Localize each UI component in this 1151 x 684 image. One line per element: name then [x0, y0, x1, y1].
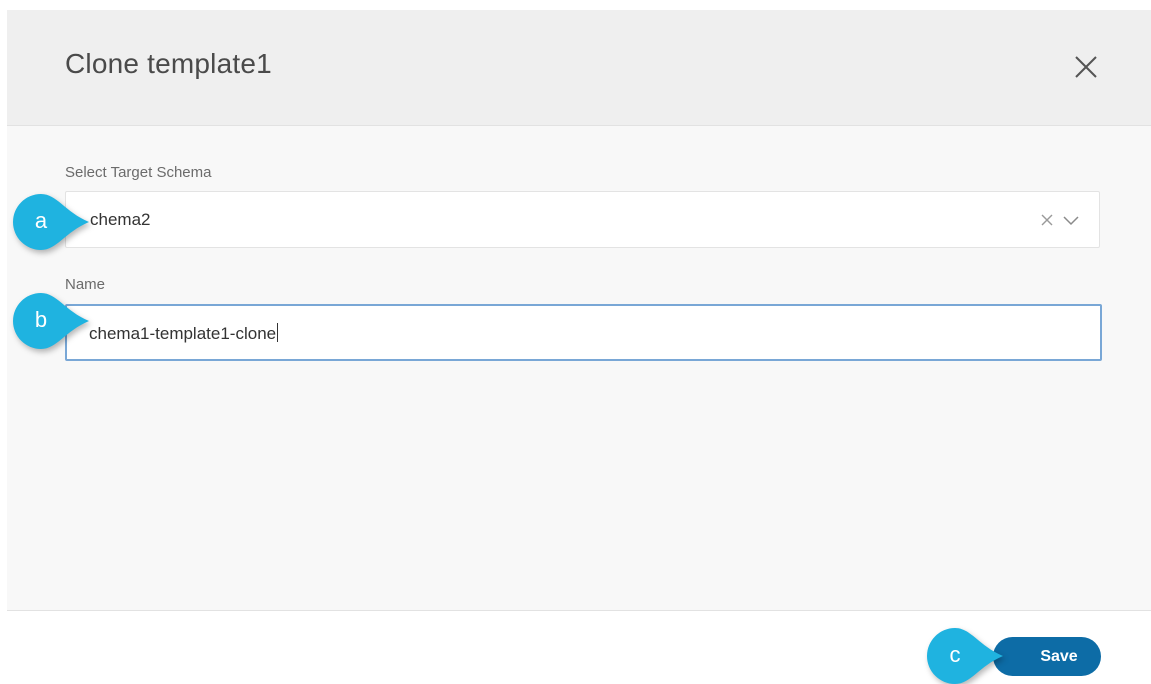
clone-template-dialog: Clone template1 Select Target Schema che…	[7, 10, 1151, 683]
target-schema-select[interactable]: chema2	[65, 191, 1100, 248]
schema-field-label: Select Target Schema	[65, 164, 212, 181]
callout-b: b	[13, 293, 89, 349]
callout-b-letter: b	[34, 307, 48, 332]
dialog-body: Select Target Schema chema2 Name chema1-…	[7, 126, 1151, 611]
save-button-label: Save	[1040, 648, 1078, 665]
save-button[interactable]: Save	[993, 637, 1101, 676]
dropdown-toggle[interactable]	[1062, 213, 1080, 227]
target-schema-value: chema2	[90, 210, 151, 229]
dialog-title: Clone template1	[65, 48, 272, 79]
close-icon	[1075, 56, 1097, 78]
chevron-down-icon	[1063, 216, 1079, 226]
clear-selection-button[interactable]	[1040, 213, 1054, 227]
name-input-value: chema1-template1-clone	[89, 324, 277, 343]
text-cursor	[277, 323, 279, 342]
clear-icon	[1041, 214, 1053, 226]
name-input[interactable]: chema1-template1-clone	[65, 304, 1102, 361]
close-button[interactable]	[1071, 52, 1101, 82]
name-input-text-wrapper: chema1-template1-clone	[89, 323, 279, 344]
callout-c: c	[927, 628, 1003, 684]
callout-a-letter: a	[34, 208, 48, 233]
dialog-header: Clone template1	[7, 10, 1151, 126]
name-field-label: Name	[65, 276, 106, 293]
callout-c-letter: c	[949, 642, 961, 667]
callout-a: a	[13, 194, 89, 250]
